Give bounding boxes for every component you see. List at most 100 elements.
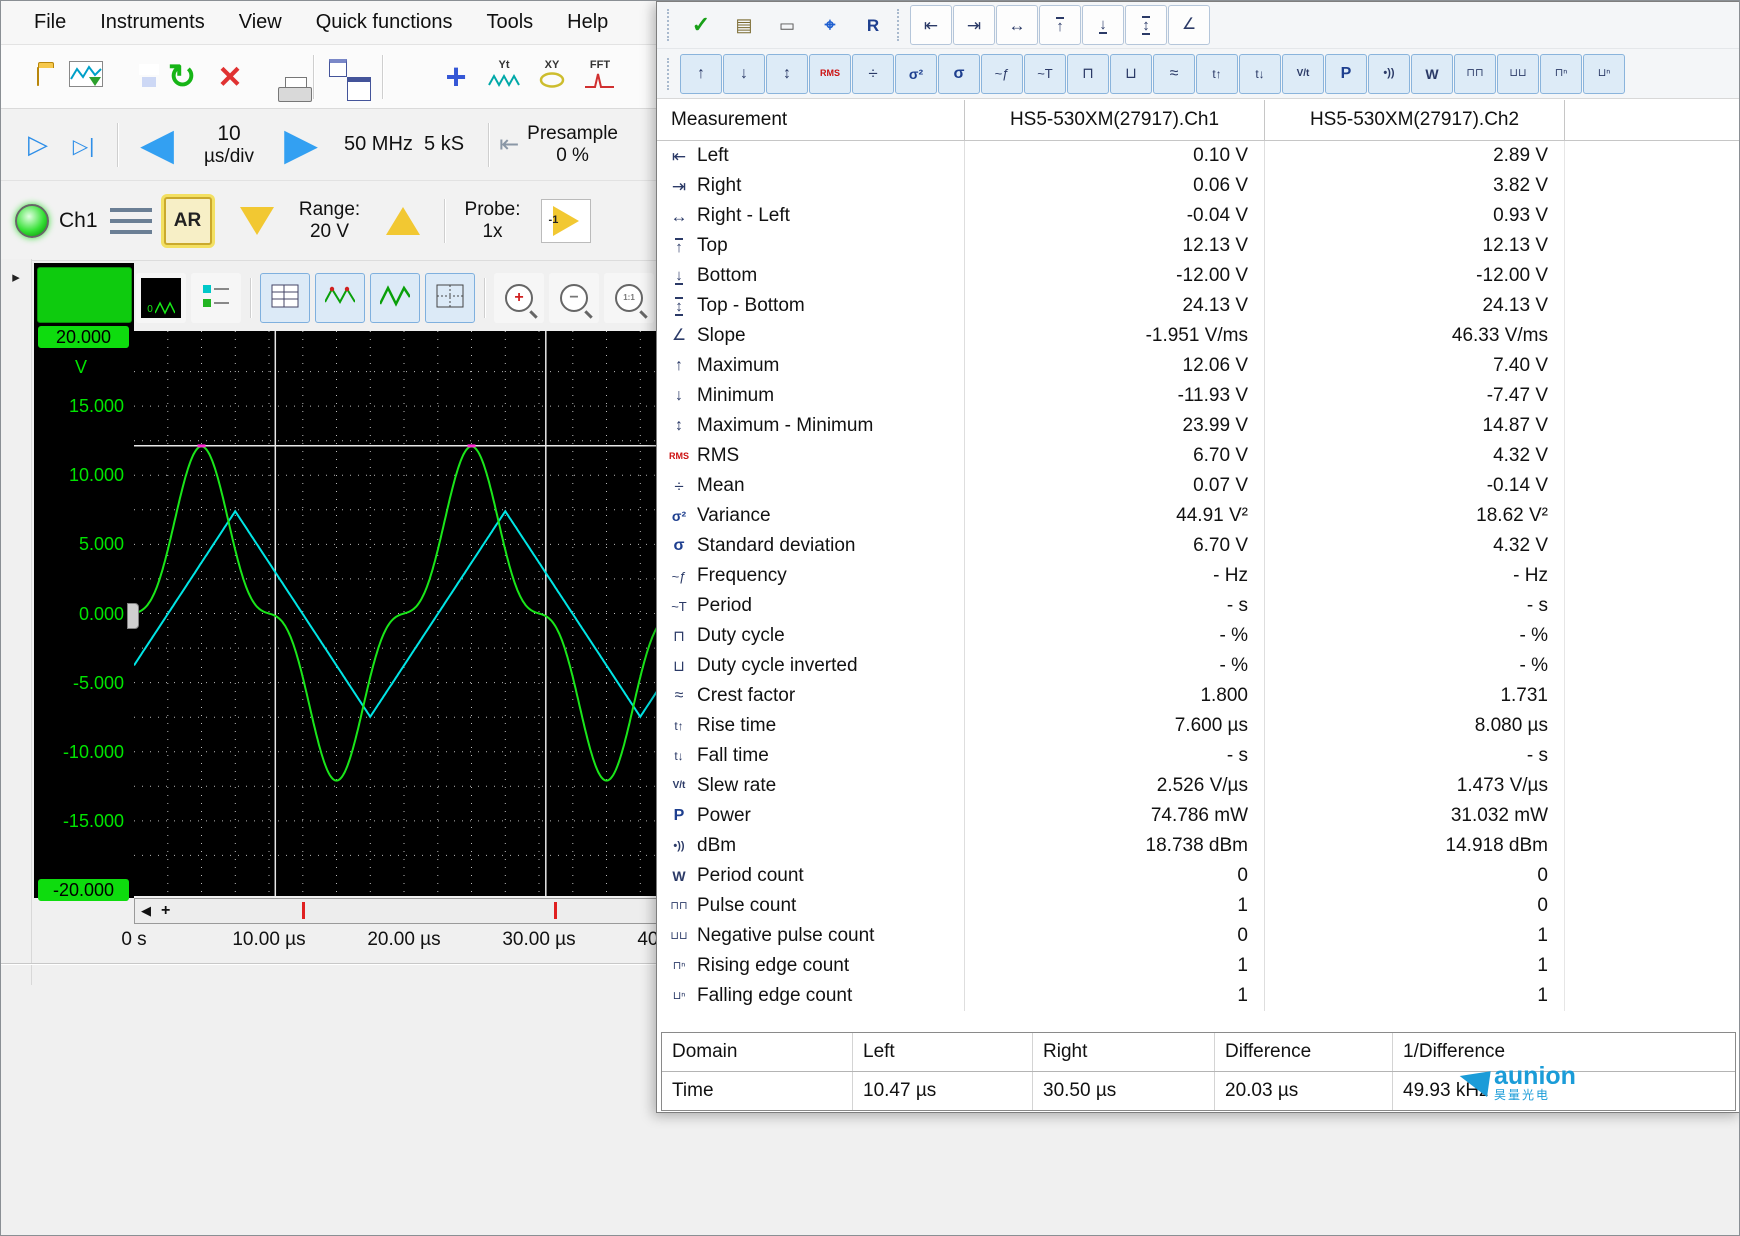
menu-item-instruments[interactable]: Instruments (83, 1, 221, 44)
menu-item-tools[interactable]: Tools (469, 1, 550, 44)
refresh-button[interactable]: ↻ (159, 50, 205, 104)
cursor-right-marker[interactable] (554, 902, 557, 919)
menu-item-file[interactable]: File (17, 1, 83, 44)
mean-button[interactable]: ÷ (852, 53, 894, 94)
measurement-row[interactable]: RMS RMS 6.70 V 4.32 V (657, 441, 1739, 471)
frequency-button[interactable]: ~ƒ (981, 53, 1023, 94)
trigger-position-icon[interactable] (161, 902, 170, 920)
start-button[interactable] (15, 119, 61, 171)
duty-cycle-inverted-button[interactable]: ⊔ (1110, 53, 1152, 94)
rise-time-button[interactable]: t↑ (1196, 53, 1238, 94)
measurement-row[interactable]: t↓ Fall time - s- s (657, 741, 1739, 771)
accept-button[interactable]: ✓ (680, 5, 722, 45)
ruler-button[interactable]: ▭ (766, 5, 808, 45)
zero-level-handle[interactable] (127, 603, 139, 629)
measurement-row[interactable]: ⊔⊔ Negative pulse count 0 1 (657, 921, 1739, 951)
measurement-row[interactable]: ~T Period - s- s (657, 591, 1739, 621)
slope-button[interactable]: ∠ (1168, 5, 1210, 45)
grid-toggle-button[interactable] (425, 273, 475, 323)
range-decrease-button[interactable] (239, 206, 274, 235)
open-button[interactable] (15, 50, 61, 104)
zoom-in-button[interactable]: + (494, 273, 544, 323)
oneshot-button[interactable] (61, 119, 107, 171)
measurement-row[interactable]: ⊔ⁿ Falling edge count 1 1 (657, 981, 1739, 1011)
top-bottom-button[interactable]: ↕ (1125, 5, 1167, 45)
measurement-row[interactable]: ⇤ Left 0.10 V 2.89 V (657, 141, 1739, 171)
print-button[interactable] (255, 50, 312, 104)
measurement-row[interactable]: ↓ Bottom -12.00 V -12.00 V (657, 261, 1739, 291)
measurement-row[interactable]: ⇥ Right 0.06 V 3.82 V (657, 171, 1739, 201)
power-button[interactable]: P (1325, 53, 1367, 94)
measurement-row[interactable]: ⊓ⁿ Rising edge count 1 1 (657, 951, 1739, 981)
copy-button[interactable]: ▤ (723, 5, 765, 45)
measurement-row[interactable]: •)) dBm 18.738 dBm 14.918 dBm (657, 831, 1739, 861)
autorange-button[interactable]: AR (163, 196, 212, 245)
menu-item-view[interactable]: View (222, 1, 299, 44)
duty-cycle-button[interactable]: ⊓ (1067, 53, 1109, 94)
range-increase-button[interactable] (385, 206, 420, 235)
measurement-row[interactable]: ÷ Mean 0.07 V -0.14 V (657, 471, 1739, 501)
measurement-row[interactable]: ↑ Top 12.13 V 12.13 V (657, 231, 1739, 261)
panel-expand-button[interactable] (4, 265, 28, 289)
waveform-style-button[interactable] (370, 273, 420, 323)
cursor-left-marker[interactable] (302, 902, 305, 919)
delete-button[interactable]: × (207, 50, 253, 104)
crest-factor-button[interactable]: ≈ (1153, 53, 1195, 94)
measurement-row[interactable]: ⊓⊓ Pulse count 1 0 (657, 891, 1739, 921)
scope-plot[interactable] (133, 331, 659, 896)
right-left-button[interactable]: ↔ (996, 5, 1038, 45)
timebase-increase-button[interactable] (272, 117, 330, 173)
measurement-row[interactable]: ∠ Slope -1.951 V/ms 46.33 V/ms (657, 321, 1739, 351)
bottom-button[interactable]: ↓ (1082, 5, 1124, 45)
measurement-row[interactable]: ⊓ Duty cycle - % - % (657, 621, 1739, 651)
add-graph-button[interactable]: + (433, 50, 479, 104)
axis-channel-header[interactable] (37, 267, 132, 323)
yt-graph-button[interactable]: Yt (481, 50, 527, 104)
load-waveform-button[interactable] (63, 50, 109, 104)
measurement-row[interactable]: ↔ Right - Left -0.04 V 0.93 V (657, 201, 1739, 231)
zoom-one-to-one-button[interactable]: 1:1 (604, 273, 654, 323)
measurement-row[interactable]: ≈ Crest factor 1.800 1.731 (657, 681, 1739, 711)
amplifier-button[interactable]: -1 (540, 198, 591, 243)
maximum-minimum-button[interactable]: ↕ (766, 53, 808, 94)
measurement-row[interactable]: ↕ Maximum - Minimum 23.99 V 14.87 V (657, 411, 1739, 441)
channel-enabled-led[interactable] (15, 203, 49, 238)
fft-graph-button[interactable]: FFT (577, 50, 623, 104)
reset-button[interactable]: R (852, 5, 894, 45)
toolbar-gripper[interactable] (667, 9, 673, 41)
pulse-count-button[interactable]: ⊓⊓ (1454, 53, 1496, 94)
variance-button[interactable]: σ² (895, 53, 937, 94)
coupling-icon[interactable] (109, 207, 152, 234)
measurement-row[interactable]: ~ƒ Frequency - Hz - Hz (657, 561, 1739, 591)
measurement-row[interactable]: σ² Variance 44.91 V² 18.62 V² (657, 501, 1739, 531)
pin-button[interactable]: ⌖ (809, 5, 851, 45)
fall-time-button[interactable]: t↓ (1239, 53, 1281, 94)
right-button[interactable]: ⇥ (953, 5, 995, 45)
slew-rate-button[interactable]: V/t (1282, 53, 1324, 94)
rising-edge-count-button[interactable]: ⊓ⁿ (1540, 53, 1582, 94)
timebase-decrease-button[interactable] (128, 117, 186, 173)
time-scrollbar[interactable] (134, 898, 658, 924)
measurement-row[interactable]: V/t Slew rate 2.526 V/µs 1.473 V/µs (657, 771, 1739, 801)
dbm-button[interactable]: •)) (1368, 53, 1410, 94)
scroll-left-icon[interactable] (141, 902, 151, 920)
minimum-button[interactable]: ↓ (723, 53, 765, 94)
period-button[interactable]: ~T (1024, 53, 1066, 94)
measurement-row[interactable]: ↕ Top - Bottom 24.13 V 24.13 V (657, 291, 1739, 321)
falling-edge-count-button[interactable]: ⊔ⁿ (1583, 53, 1625, 94)
left-button[interactable]: ⇤ (910, 5, 952, 45)
measurement-row[interactable]: ↑ Maximum 12.06 V 7.40 V (657, 351, 1739, 381)
window-layout-button[interactable] (324, 50, 371, 104)
measurement-row[interactable]: ⊔ Duty cycle inverted - % - % (657, 651, 1739, 681)
xy-graph-button[interactable]: XY (529, 50, 575, 104)
value-table-button[interactable] (260, 273, 310, 323)
menu-item-help[interactable]: Help (550, 1, 625, 44)
save-button[interactable] (111, 50, 159, 104)
top-button[interactable]: ↑ (1039, 5, 1081, 45)
measurement-row[interactable]: W Period count 0 0 (657, 861, 1739, 891)
standard-deviation-button[interactable]: σ (938, 53, 980, 94)
negative-pulse-count-button[interactable]: ⊔⊔ (1497, 53, 1539, 94)
rms-button[interactable]: RMS (809, 53, 851, 94)
toolbar-gripper[interactable] (897, 9, 903, 41)
display-settings-button[interactable]: 0 (136, 273, 186, 323)
